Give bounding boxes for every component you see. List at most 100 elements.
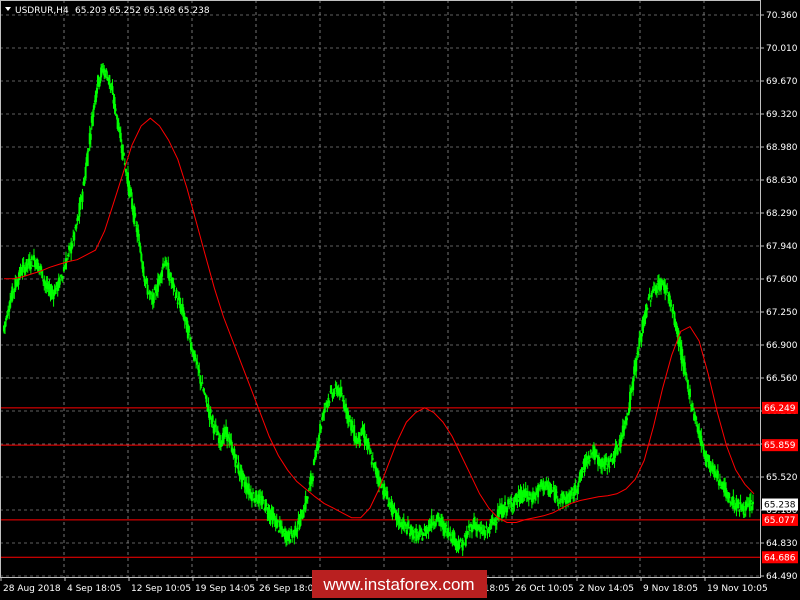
x-tick-label: 19 Sep 14:05 <box>195 584 255 594</box>
x-tick-label: 2 Nov 14:05 <box>579 584 634 594</box>
price-bar-body <box>646 308 649 310</box>
price-bar-body <box>200 383 203 386</box>
price-bar-body <box>737 499 740 509</box>
y-tick-label: 70.360 <box>766 11 798 21</box>
price-bar-body <box>577 482 580 487</box>
price-bar-body <box>635 358 638 372</box>
price-bar-body <box>152 293 155 303</box>
price-bar-body <box>204 393 207 395</box>
x-tick-label: 26 Sep 18:05 <box>259 584 319 594</box>
x-tick-label: 4 Sep 18:05 <box>67 584 121 594</box>
price-bar-body <box>291 534 294 538</box>
price-bar-body <box>311 476 314 482</box>
price-bar-body <box>485 526 488 529</box>
x-tick-label: 12 Sep 10:05 <box>131 584 191 594</box>
y-tick-label: 64.830 <box>766 539 798 549</box>
price-bar-body <box>504 501 507 505</box>
price-bar-body <box>302 511 305 518</box>
price-bar-body <box>140 253 143 262</box>
price-bar-body <box>371 458 374 460</box>
price-bar-body <box>289 539 292 543</box>
watermark-text: www.instaforex.com <box>322 575 474 594</box>
price-bar-body <box>83 179 86 184</box>
price-bar-body <box>702 445 705 450</box>
price-bar-body <box>161 270 164 277</box>
y-tick-label: 69.670 <box>766 77 798 87</box>
price-bar-body <box>495 522 498 524</box>
price-bar-body <box>606 468 609 470</box>
price-bar-body <box>89 134 92 140</box>
price-bar-body <box>555 491 558 493</box>
price-bar-body <box>173 285 176 287</box>
price-bar-body <box>405 529 408 534</box>
price-bar-body <box>175 289 178 297</box>
price-bar-body <box>121 144 124 160</box>
price-bar-body <box>508 502 511 504</box>
price-bar-body <box>556 498 559 502</box>
price-bar-body <box>84 166 87 179</box>
y-tick-label: 66.560 <box>766 374 798 384</box>
price-bar-body <box>488 530 491 534</box>
price-bar-body <box>114 108 117 112</box>
price-bar-body <box>420 529 423 532</box>
price-bar-body <box>645 304 648 318</box>
price-bar-body <box>95 87 98 94</box>
level-price-label: 66.249 <box>764 404 796 414</box>
price-bar-body <box>142 266 145 277</box>
price-bar-body <box>625 417 628 421</box>
price-bar-body <box>75 224 78 229</box>
y-tick-label: 65.520 <box>766 473 798 483</box>
price-bar-body <box>198 369 201 373</box>
price-bar-body <box>449 533 452 536</box>
price-bar-body <box>685 377 688 379</box>
x-tick-label: 19 Nov 10:05 <box>707 584 768 594</box>
price-bar-body <box>430 515 433 528</box>
price-bar-body <box>134 213 137 217</box>
price-bar-body <box>196 361 199 365</box>
y-tick-label: 68.290 <box>766 209 798 219</box>
price-bar-body <box>58 279 61 285</box>
x-tick-label: 26 Oct 10:05 <box>515 584 574 594</box>
price-bar-body <box>370 461 373 465</box>
price-bar-body <box>265 502 268 506</box>
price-bar-body <box>235 454 238 460</box>
price-bar-body <box>649 300 652 302</box>
price-bar-body <box>510 501 513 508</box>
price-bar-body <box>81 191 84 202</box>
price-bar-body <box>22 262 25 264</box>
price-bar-body <box>191 347 194 349</box>
price-bar-body <box>187 326 190 333</box>
price-bar-body <box>516 499 519 503</box>
price-bar-body <box>122 152 125 156</box>
price-bar-body <box>201 382 204 384</box>
y-tick-label: 68.980 <box>766 143 798 153</box>
price-bar-body <box>328 401 331 404</box>
price-bar-body <box>506 507 509 513</box>
price-bar-body <box>670 304 673 306</box>
price-bar-body <box>648 295 651 298</box>
price-chart[interactable]: 70.360 70.010 69.670 69.320 68.980 68.630 68.2… <box>0 0 800 600</box>
price-bar-body <box>571 488 574 491</box>
price-bar-body <box>716 470 719 479</box>
price-bar-body <box>218 435 221 444</box>
price-bar-body <box>139 245 142 253</box>
price-bar-body <box>413 536 416 539</box>
price-bar-body <box>610 453 613 457</box>
price-bar-body <box>250 494 253 502</box>
price-bar-body <box>686 379 689 389</box>
y-tick-label: 70.010 <box>766 44 798 54</box>
price-bar-body <box>616 449 619 455</box>
price-bar-body <box>209 409 212 414</box>
price-bar-body <box>31 265 34 267</box>
price-bar-body <box>237 462 240 474</box>
price-bar-body <box>459 538 462 541</box>
price-bar-body <box>340 393 343 395</box>
y-tick-label: 66.900 <box>766 341 798 351</box>
price-bar-body <box>462 543 465 546</box>
y-tick-label: 69.320 <box>766 110 798 120</box>
price-bar-body <box>41 270 44 279</box>
price-bar-body <box>434 522 437 526</box>
price-bar-body <box>296 527 299 532</box>
price-bar-body <box>349 416 352 418</box>
price-bar-body <box>535 493 538 496</box>
